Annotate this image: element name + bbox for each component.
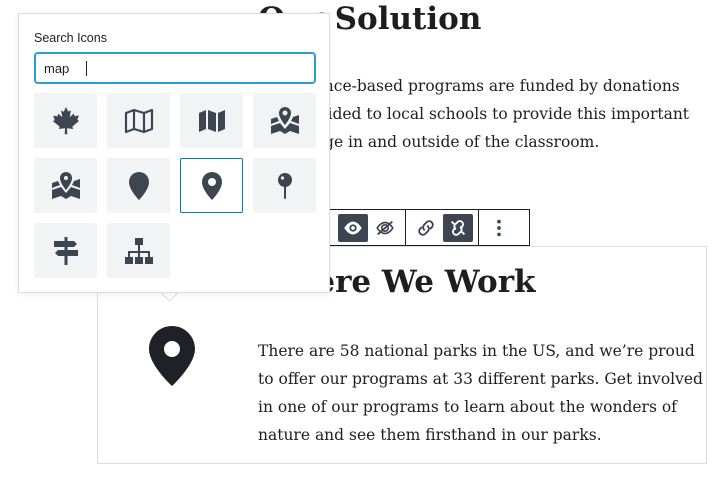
- map-icon[interactable]: [180, 93, 243, 148]
- link-icon[interactable]: [411, 214, 441, 242]
- map-marked-alt-icon[interactable]: [34, 158, 97, 213]
- block-toolbar: [300, 209, 530, 246]
- toolbar-group-link: [406, 210, 479, 245]
- eye-slash-icon[interactable]: [370, 214, 400, 242]
- directions-sign-icon[interactable]: [34, 223, 97, 278]
- map-pin-icon[interactable]: [253, 158, 316, 213]
- map-marker-icon[interactable]: [180, 158, 243, 213]
- search-icons-label: Search Icons: [34, 31, 107, 45]
- map-marker-icon[interactable]: [148, 325, 196, 387]
- map-outline-icon[interactable]: [107, 93, 170, 148]
- more-vertical-icon[interactable]: [484, 214, 514, 242]
- search-input[interactable]: [34, 52, 316, 84]
- icon-grid: [34, 93, 316, 278]
- paragraph-line: There are 58 national parks in the US, a…: [258, 342, 695, 360]
- toolbar-group-more: [479, 210, 519, 245]
- icon-picker-popover: Search Icons: [18, 13, 330, 293]
- paragraph-line: in one of our programs to learn about th…: [258, 398, 677, 416]
- sitemap-icon[interactable]: [107, 223, 170, 278]
- map-pin-filled-icon[interactable]: [107, 158, 170, 213]
- paragraph-line: nature and see them firsthand in our par…: [258, 426, 602, 444]
- paragraph-line: to offer our programs at 33 different pa…: [258, 370, 703, 388]
- paragraph-where-we-work: There are 58 national parks in the US, a…: [258, 337, 703, 449]
- maple-leaf-icon[interactable]: [34, 93, 97, 148]
- unlink-icon[interactable]: [443, 213, 473, 242]
- map-marked-icon[interactable]: [253, 93, 316, 148]
- text-caret: [86, 61, 87, 76]
- eye-icon[interactable]: [338, 213, 368, 242]
